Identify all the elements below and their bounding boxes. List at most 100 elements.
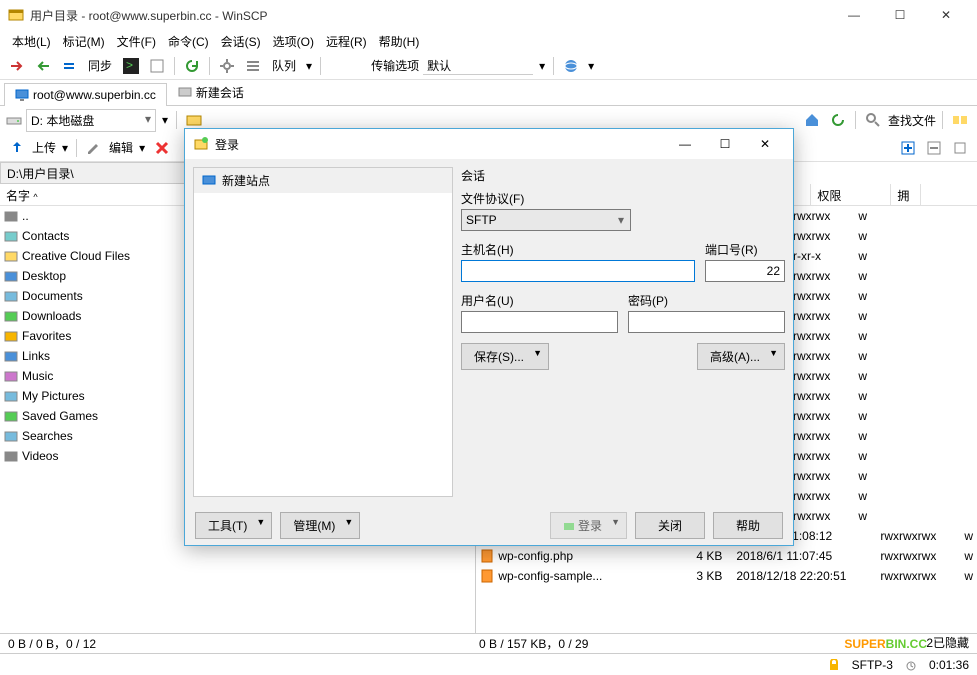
status-hidden: 2已隐藏 [926, 634, 969, 651]
minus-icon[interactable] [923, 137, 945, 159]
upload-label[interactable]: 上传 [32, 139, 56, 156]
folder-icon [4, 409, 18, 423]
sync-both-icon[interactable] [58, 55, 80, 77]
transfer-default[interactable]: 默认 [423, 57, 533, 75]
login-icon [563, 520, 575, 532]
menu-option[interactable]: 选项(O) [269, 31, 318, 52]
watermark: SUPERBIN.CC [844, 632, 927, 653]
manage-button[interactable]: 管理(M) [280, 512, 360, 539]
table-row[interactable]: wp-config-sample...3 KB2018/12/18 22:20:… [476, 566, 977, 586]
upload-icon[interactable] [6, 137, 28, 159]
minimize-button[interactable]: — [831, 0, 877, 30]
folder-icon [4, 369, 18, 383]
dialog-close[interactable]: ✕ [745, 130, 785, 158]
menu-local[interactable]: 本地(L) [8, 31, 55, 52]
queue-label[interactable]: 队列 [268, 57, 300, 74]
monitor-icon [202, 174, 216, 188]
folder-icon [4, 289, 18, 303]
close-dialog-button[interactable]: 关闭 [635, 512, 705, 539]
sites-tree[interactable]: 新建站点 [193, 167, 453, 497]
host-label: 主机名(H) [461, 241, 695, 258]
col-own[interactable]: 拥 [891, 184, 921, 205]
menu-command[interactable]: 命令(C) [164, 31, 213, 52]
lock-icon [828, 659, 840, 671]
find-label[interactable]: 查找文件 [888, 112, 936, 129]
svg-text:>: > [126, 58, 133, 72]
props-icon[interactable] [949, 137, 971, 159]
folder-icon [4, 429, 18, 443]
drive-combo[interactable]: D: 本地磁盘 [26, 109, 156, 132]
status-time: 0:01:36 [929, 658, 969, 672]
timer-icon [905, 659, 917, 671]
dialog-maximize[interactable]: ☐ [705, 130, 745, 158]
pass-input[interactable] [628, 311, 785, 333]
delete-icon[interactable] [151, 137, 173, 159]
folder-icon [4, 349, 18, 363]
sync-dirs-icon[interactable] [949, 109, 971, 131]
login-button[interactable]: 登录 [550, 512, 627, 539]
queue-icon[interactable] [242, 55, 264, 77]
folder-icon [4, 449, 18, 463]
folder-icon [4, 269, 18, 283]
advanced-button[interactable]: 高级(A)... [697, 343, 785, 370]
titlebar: 用户目录 - root@www.superbin.cc - WinSCP — ☐… [0, 0, 977, 30]
user-label: 用户名(U) [461, 292, 618, 309]
refresh-remote-icon[interactable] [827, 109, 849, 131]
dialog-minimize[interactable]: — [665, 130, 705, 158]
port-label: 端口号(R) [705, 241, 785, 258]
folder-icon [4, 329, 18, 343]
menu-session[interactable]: 会话(S) [217, 31, 265, 52]
sync-left-icon[interactable] [6, 55, 28, 77]
session-group-label: 会话 [461, 167, 785, 184]
folder-icon [4, 209, 18, 223]
statusbar: 0 B / 0 B，0 / 12 0 B / 157 KB，0 / 29 [0, 633, 977, 653]
transfer-opts-label: 传输选项 [371, 57, 419, 74]
monitor-icon [15, 88, 29, 102]
table-row[interactable]: wp-config.php4 KB2018/6/1 11:07:45rwxrwx… [476, 546, 977, 566]
menubar: 本地(L) 标记(M) 文件(F) 命令(C) 会话(S) 选项(O) 远程(R… [0, 30, 977, 52]
tab-new-session[interactable]: 新建会话 [167, 79, 255, 105]
sync-browse-icon[interactable] [146, 55, 168, 77]
tools-button[interactable]: 工具(T) [195, 512, 272, 539]
file-icon [480, 549, 494, 563]
drive-icon [6, 112, 22, 128]
maximize-button[interactable]: ☐ [877, 0, 923, 30]
host-input[interactable] [461, 260, 695, 282]
window-title: 用户目录 - root@www.superbin.cc - WinSCP [30, 7, 831, 24]
sync-right-icon[interactable] [32, 55, 54, 77]
menu-help[interactable]: 帮助(H) [375, 31, 424, 52]
plus-icon[interactable] [897, 137, 919, 159]
session-tabs: root@www.superbin.cc 新建会话 [0, 80, 977, 106]
menu-remote[interactable]: 远程(R) [322, 31, 371, 52]
file-icon [480, 569, 494, 583]
close-button[interactable]: ✕ [923, 0, 969, 30]
dialog-title: 登录 [215, 136, 665, 153]
menu-file[interactable]: 文件(F) [113, 31, 160, 52]
col-perm[interactable]: 权限 [811, 184, 891, 205]
protocol-select[interactable]: SFTP [461, 209, 631, 231]
edit-label[interactable]: 编辑 [109, 139, 133, 156]
help-button[interactable]: 帮助 [713, 512, 783, 539]
sync-label[interactable]: 同步 [84, 57, 116, 74]
pass-label: 密码(P) [628, 292, 785, 309]
tab-session[interactable]: root@www.superbin.cc [4, 83, 167, 106]
new-site-item[interactable]: 新建站点 [194, 168, 452, 193]
menu-mark[interactable]: 标记(M) [59, 31, 109, 52]
home-icon[interactable] [801, 109, 823, 131]
globe-icon[interactable] [560, 55, 582, 77]
dialog-titlebar: 登录 — ☐ ✕ [185, 129, 793, 159]
refresh-icon[interactable] [181, 55, 203, 77]
new-session-icon [178, 86, 192, 100]
find-icon[interactable] [862, 109, 884, 131]
edit-icon[interactable] [83, 137, 105, 159]
folder-icon [4, 249, 18, 263]
user-input[interactable] [461, 311, 618, 333]
save-button[interactable]: 保存(S)... [461, 343, 549, 370]
gear-icon[interactable] [216, 55, 238, 77]
app-icon [8, 7, 24, 23]
login-dialog: 登录 — ☐ ✕ 新建站点 会话 文件协议(F) SFTP 主机名(H) [184, 128, 794, 546]
folder-icon [4, 309, 18, 323]
terminal-icon[interactable]: > [120, 55, 142, 77]
port-input[interactable] [705, 260, 785, 282]
protocol-label: 文件协议(F) [461, 190, 785, 207]
